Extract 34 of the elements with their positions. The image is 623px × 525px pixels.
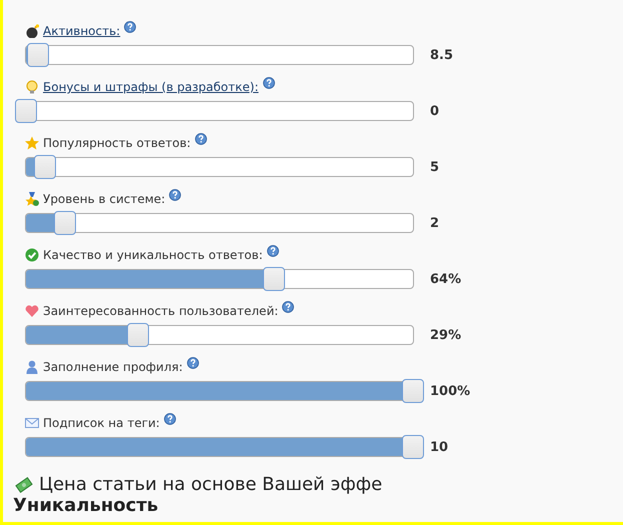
price-heading: Цена статьи на основе Вашей эффе (39, 474, 382, 495)
metric-value: 10 (430, 440, 448, 454)
metric-value: 29% (430, 328, 462, 342)
metric-label: Качество и уникальность ответов: (43, 248, 263, 262)
bomb-icon (25, 24, 39, 38)
section-heading: Уникальность (13, 495, 160, 516)
help-icon[interactable] (262, 77, 274, 89)
user-icon (25, 360, 39, 374)
checkmark-icon (25, 248, 39, 262)
label-link[interactable]: Активность: (43, 24, 120, 38)
metric-label: Уровень в системе: (43, 192, 166, 206)
metric-label: Популярность ответов: (43, 136, 191, 150)
metric-value: 64% (430, 272, 462, 286)
help-icon[interactable] (186, 357, 199, 369)
label-link[interactable]: Бонусы и штрафы (в разработке): (43, 80, 258, 94)
help-icon[interactable] (164, 413, 176, 425)
heart-icon (25, 304, 39, 318)
lightbulb-icon (25, 80, 39, 94)
star-icon (25, 136, 39, 150)
medal-icon (25, 192, 39, 206)
help-icon[interactable] (282, 301, 294, 313)
metric-value: 8.5 (430, 48, 454, 62)
metric-label: Подписок на теги: (43, 416, 160, 430)
metric-value: 0 (430, 104, 440, 118)
metric-label: Заполнение профиля: (43, 360, 183, 374)
metric-value: 100% (430, 384, 470, 398)
metric-label: Заинтересованность пользователей: (43, 304, 278, 318)
envelope-icon (25, 416, 39, 430)
help-icon[interactable] (266, 245, 279, 257)
metric-value: 5 (430, 160, 440, 174)
help-icon[interactable] (124, 21, 136, 33)
metric-value: 2 (430, 216, 440, 230)
help-icon[interactable] (169, 189, 182, 201)
help-icon[interactable] (194, 133, 207, 145)
